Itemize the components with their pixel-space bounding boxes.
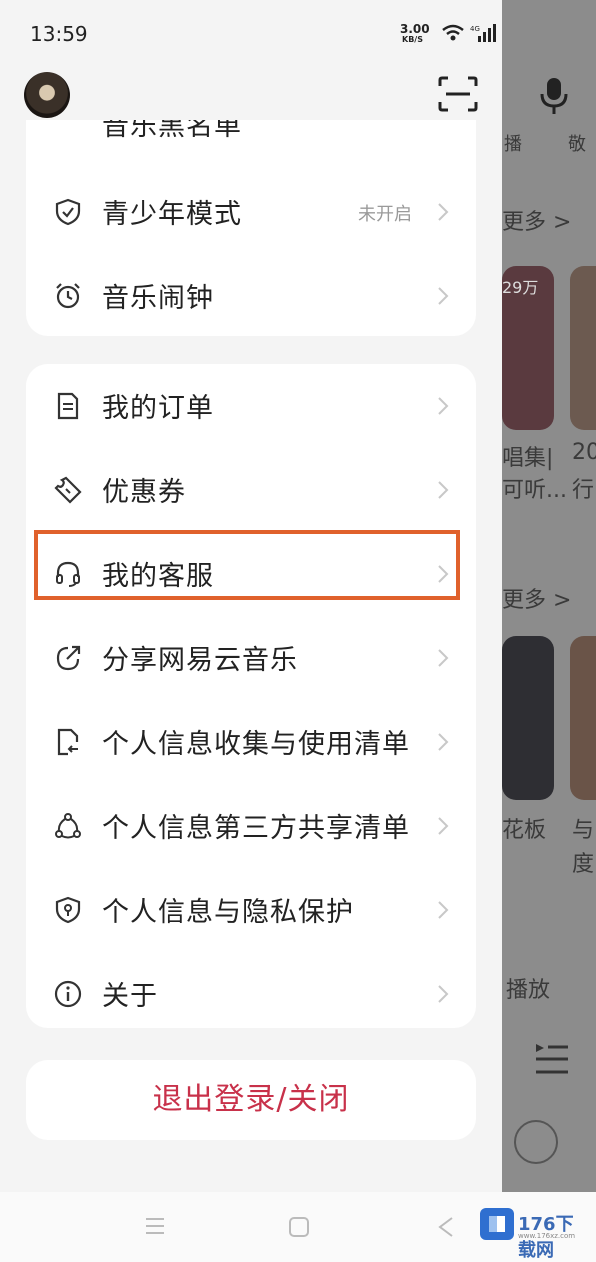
- document-icon: [57, 392, 79, 420]
- signal-icon: 4G: [470, 24, 496, 42]
- microphone-icon: [540, 78, 568, 114]
- menu-item-teen-mode[interactable]: 青少年模式 未开启: [26, 170, 476, 254]
- partial-item-label: 音乐黑名单: [102, 120, 242, 142]
- watermark-logo-icon: [480, 1208, 514, 1240]
- menu-item-label: 我的订单: [102, 393, 214, 424]
- bg-label: 唱集|: [502, 446, 554, 471]
- chevron-right-icon: [438, 397, 449, 415]
- info-icon: [54, 980, 82, 1008]
- menu-item-coupons[interactable]: 优惠券: [26, 448, 476, 532]
- coupon-icon: [54, 476, 82, 504]
- bg-label: 与: [572, 818, 595, 843]
- highlight-box: [34, 530, 460, 600]
- menu-item-label: 青少年模式: [102, 199, 242, 230]
- wifi-icon: [442, 24, 464, 41]
- bg-tab-icon[interactable]: [514, 1120, 558, 1164]
- home-icon[interactable]: [288, 1216, 310, 1238]
- net-speed-unit: KB/S: [402, 35, 423, 44]
- menu-item-label: 个人信息收集与使用清单: [102, 729, 410, 760]
- menu-item-label: 个人信息与隐私保护: [102, 897, 354, 928]
- bg-more-link[interactable]: 更多 >: [502, 582, 571, 614]
- bg-label: 敬: [568, 134, 586, 155]
- status-bar: 13:59 3.00 KB/S 4G 4G 90: [0, 0, 502, 70]
- chevron-right-icon: [438, 901, 449, 919]
- share-icon: [56, 645, 81, 671]
- svg-text:4G: 4G: [470, 25, 480, 33]
- bg-label: 度: [572, 852, 595, 877]
- watermark: 176下载网 www.176xz.com: [478, 1204, 588, 1261]
- chevron-right-icon: [438, 985, 449, 1003]
- third-party-share-icon: [55, 813, 81, 839]
- menu-item-label: 个人信息第三方共享清单: [102, 813, 410, 844]
- chevron-right-icon: [438, 203, 449, 221]
- privacy-shield-icon: [55, 896, 81, 924]
- bg-label: 行: [572, 478, 595, 503]
- menu-item-share[interactable]: 分享网易云音乐: [26, 616, 476, 700]
- menu-item-label: 优惠券: [102, 477, 186, 508]
- bg-label: 花板: [502, 818, 547, 843]
- playlist-icon[interactable]: [534, 1042, 570, 1076]
- teen-mode-status: 未开启: [358, 204, 412, 225]
- bg-label: 播: [504, 134, 522, 155]
- alarm-clock-icon: [56, 283, 80, 309]
- menu-icon[interactable]: [144, 1216, 166, 1236]
- chevron-right-icon: [438, 649, 449, 667]
- bg-label: 20: [572, 440, 596, 465]
- menu-item-privacy[interactable]: 个人信息与隐私保护: [26, 868, 476, 952]
- settings-card: 我的订单 优惠券 我的客服 分享网易云音乐 个人信息收集与使用清单 个人信息第三…: [26, 364, 476, 1028]
- user-avatar[interactable]: [24, 72, 70, 118]
- bg-cover[interactable]: [502, 636, 554, 800]
- menu-item-label: 关于: [102, 981, 158, 1012]
- bg-label: 播放: [506, 978, 551, 1003]
- bg-cover[interactable]: [570, 266, 596, 430]
- chevron-right-icon: [438, 817, 449, 835]
- menu-item-alarm[interactable]: 音乐闹钟: [26, 254, 476, 338]
- menu-item-label: 音乐闹钟: [102, 283, 214, 314]
- menu-item-about[interactable]: 关于: [26, 952, 476, 1036]
- net-speed: 3.00: [400, 22, 430, 36]
- bg-label: 可听...: [502, 478, 567, 503]
- menu-item-label: 分享网易云音乐: [102, 645, 298, 676]
- scan-icon[interactable]: [438, 76, 478, 112]
- shield-check-icon: [55, 198, 81, 226]
- bg-cover[interactable]: [570, 636, 596, 800]
- chevron-right-icon: [438, 733, 449, 751]
- watermark-sub: www.176xz.com: [518, 1232, 576, 1240]
- settings-card: 音乐黑名单 青少年模式 未开启 音乐闹钟: [26, 120, 476, 336]
- bg-play-count: 29万: [502, 278, 539, 297]
- status-time: 13:59: [30, 22, 88, 46]
- background-app: 播 敬 更多 > 29万 唱集| 可听... 20 行 更多 > 花板 与 度 …: [502, 0, 596, 1192]
- logout-button[interactable]: 退出登录/关闭: [26, 1060, 476, 1140]
- menu-item-third-party-sharing[interactable]: 个人信息第三方共享清单: [26, 784, 476, 868]
- back-icon[interactable]: [436, 1216, 456, 1238]
- menu-item-orders[interactable]: 我的订单: [26, 364, 476, 448]
- chevron-right-icon: [438, 481, 449, 499]
- bg-more-link[interactable]: 更多 >: [502, 204, 571, 236]
- menu-item-info-collection[interactable]: 个人信息收集与使用清单: [26, 700, 476, 784]
- chevron-right-icon: [438, 287, 449, 305]
- partial-menu-item[interactable]: 音乐黑名单: [102, 120, 242, 142]
- file-collect-icon: [57, 728, 79, 756]
